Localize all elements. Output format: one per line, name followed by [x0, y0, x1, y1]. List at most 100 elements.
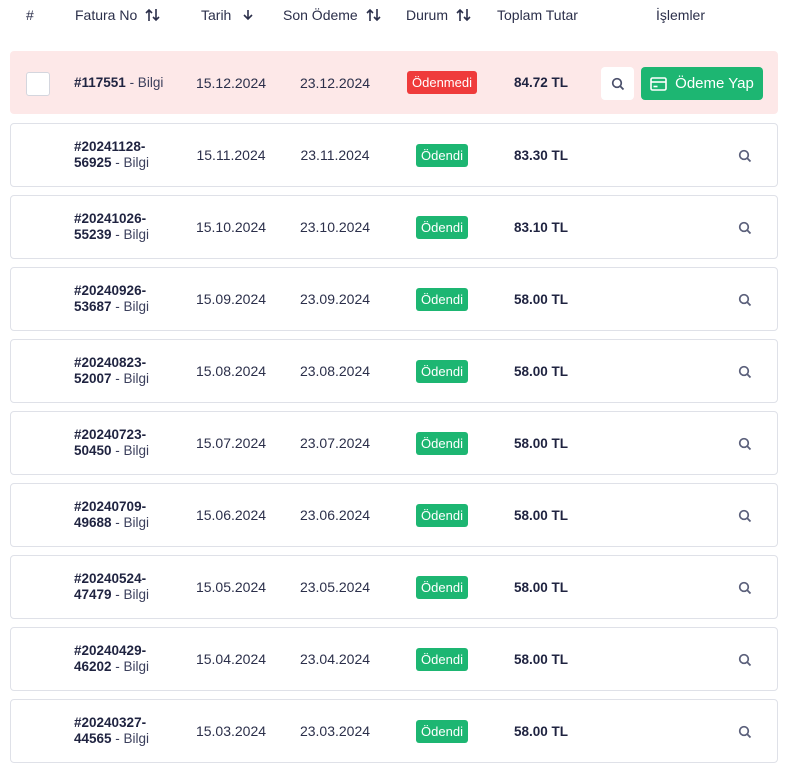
status-cell: Ödendi: [391, 124, 493, 186]
status-cell: Ödenmedi: [391, 52, 493, 113]
invoice-no-line2[interactable]: 47479: [74, 587, 112, 602]
header-date[interactable]: Tarih: [201, 7, 255, 23]
invoice-date: 15.03.2024: [195, 723, 267, 739]
view-invoice-button[interactable]: [735, 506, 755, 526]
sort-arrows-icon[interactable]: [145, 8, 161, 22]
status-cell: Ödendi: [391, 556, 493, 618]
header-due-date[interactable]: Son Ödeme: [283, 7, 382, 23]
status-badge: Ödendi: [416, 647, 468, 671]
invoice-date: 15.07.2024: [195, 435, 267, 451]
arrow-down-icon[interactable]: [241, 8, 255, 22]
header-due-date-label: Son Ödeme: [283, 7, 358, 23]
invoice-total: 84.72 TL: [513, 75, 569, 90]
invoice-info-link[interactable]: - Bilgi: [112, 443, 149, 458]
invoice-due-date: 23.06.2024: [299, 507, 371, 523]
invoice-no-line1[interactable]: #20240723-: [74, 427, 149, 443]
view-invoice-button[interactable]: [735, 722, 755, 742]
header-invoice-no-label: Fatura No: [75, 7, 138, 23]
invoice-info-link[interactable]: - Bilgi: [112, 659, 149, 674]
invoice-number[interactable]: #20240524- 47479 - Bilgi: [74, 556, 149, 618]
invoice-number[interactable]: #20240429- 46202 - Bilgi: [74, 628, 149, 690]
invoice-info-link[interactable]: - Bilgi: [112, 371, 149, 386]
status-cell: Ödendi: [391, 268, 493, 330]
status-badge: Ödenmedi: [407, 71, 477, 94]
invoice-number[interactable]: #20240327- 44565 - Bilgi: [74, 700, 149, 762]
invoice-no-line1[interactable]: #117551: [74, 75, 126, 90]
invoice-no-line2[interactable]: 50450: [74, 443, 112, 458]
invoice-date: 15.12.2024: [195, 74, 267, 91]
invoice-no-line1[interactable]: #20240823-: [74, 355, 149, 371]
search-icon: [738, 509, 752, 523]
table-row: #20240709- 49688 - Bilgi 15.06.2024 23.0…: [10, 483, 778, 547]
invoice-info-link[interactable]: - Bilgi: [112, 299, 149, 314]
invoice-no-line1[interactable]: #20240524-: [74, 571, 149, 587]
view-invoice-button[interactable]: [735, 434, 755, 454]
invoice-info-link[interactable]: - Bilgi: [112, 731, 149, 746]
invoice-no-line2[interactable]: 46202: [74, 659, 112, 674]
invoice-no-line2[interactable]: 56925: [74, 155, 112, 170]
invoice-no-line1[interactable]: #20240429-: [74, 643, 149, 659]
status-badge: Ödendi: [416, 143, 468, 167]
pay-button-label: Ödeme Yap: [675, 75, 754, 92]
table-row: #117551 - Bilgi 15.12.2024 23.12.2024 Öd…: [10, 51, 778, 114]
view-invoice-button[interactable]: [735, 578, 755, 598]
invoice-info-link[interactable]: - Bilgi: [112, 227, 149, 242]
invoice-no-line2[interactable]: 44565: [74, 731, 112, 746]
invoice-date: 15.05.2024: [195, 579, 267, 595]
sort-arrows-icon[interactable]: [366, 8, 382, 22]
invoice-total: 58.00 TL: [513, 579, 569, 595]
invoice-number[interactable]: #20240926- 53687 - Bilgi: [74, 268, 149, 330]
view-invoice-button[interactable]: [735, 362, 755, 382]
invoice-info-link[interactable]: - Bilgi: [112, 155, 149, 170]
status-badge: Ödendi: [416, 215, 468, 239]
invoice-date: 15.08.2024: [195, 363, 267, 379]
view-invoice-button[interactable]: [735, 146, 755, 166]
header-invoice-no[interactable]: Fatura No: [75, 7, 161, 23]
invoice-due-date: 23.04.2024: [299, 651, 371, 667]
invoice-total: 58.00 TL: [513, 363, 569, 379]
invoice-no-line1[interactable]: #20241128-: [74, 139, 149, 155]
table-row: #20241128- 56925 - Bilgi 15.11.2024 23.1…: [10, 123, 778, 187]
invoice-no-line2[interactable]: 53687: [74, 299, 112, 314]
invoice-number[interactable]: #20240823- 52007 - Bilgi: [74, 340, 149, 402]
search-icon: [738, 581, 752, 595]
invoice-number[interactable]: #20241026- 55239 - Bilgi: [74, 196, 149, 258]
sort-arrows-icon[interactable]: [456, 8, 472, 22]
invoice-no-line1[interactable]: #20240709-: [74, 499, 149, 515]
invoice-number[interactable]: #20240709- 49688 - Bilgi: [74, 484, 149, 546]
invoice-info-link[interactable]: - Bilgi: [112, 587, 149, 602]
search-icon: [738, 725, 752, 739]
header-status[interactable]: Durum: [406, 7, 472, 23]
invoice-no-line2[interactable]: 55239: [74, 227, 112, 242]
invoice-info-link[interactable]: - Bilgi: [112, 515, 149, 530]
invoice-number[interactable]: #20241128- 56925 - Bilgi: [74, 124, 149, 186]
invoice-no-line1[interactable]: #20240926-: [74, 283, 149, 299]
search-icon: [611, 77, 624, 90]
invoice-total: 83.10 TL: [513, 219, 569, 235]
view-invoice-button[interactable]: [735, 650, 755, 670]
invoice-total: 58.00 TL: [513, 435, 569, 451]
invoice-no-line2[interactable]: 52007: [74, 371, 112, 386]
search-icon: [738, 149, 752, 163]
table-row: #20240429- 46202 - Bilgi 15.04.2024 23.0…: [10, 627, 778, 691]
status-badge: Ödendi: [416, 503, 468, 527]
invoice-date: 15.11.2024: [196, 147, 266, 163]
invoice-number[interactable]: #117551 - Bilgi: [74, 52, 163, 113]
invoice-no-line1[interactable]: #20241026-: [74, 211, 149, 227]
invoice-info-link[interactable]: - Bilgi: [126, 75, 164, 90]
status-cell: Ödendi: [391, 340, 493, 402]
status-badge: Ödendi: [416, 359, 468, 383]
row-checkbox[interactable]: [26, 72, 50, 96]
view-invoice-button[interactable]: [735, 218, 755, 238]
invoice-no-line2[interactable]: 49688: [74, 515, 112, 530]
header-index: #: [26, 7, 34, 23]
invoice-number[interactable]: #20240723- 50450 - Bilgi: [74, 412, 149, 474]
view-invoice-button[interactable]: [735, 290, 755, 310]
invoice-no-line1[interactable]: #20240327-: [74, 715, 149, 731]
invoice-due-date: 23.03.2024: [299, 723, 371, 739]
search-icon: [738, 365, 752, 379]
pay-button[interactable]: Ödeme Yap: [641, 67, 763, 100]
status-cell: Ödendi: [391, 484, 493, 546]
view-invoice-button[interactable]: [601, 67, 634, 100]
invoice-date: 15.04.2024: [195, 651, 267, 667]
